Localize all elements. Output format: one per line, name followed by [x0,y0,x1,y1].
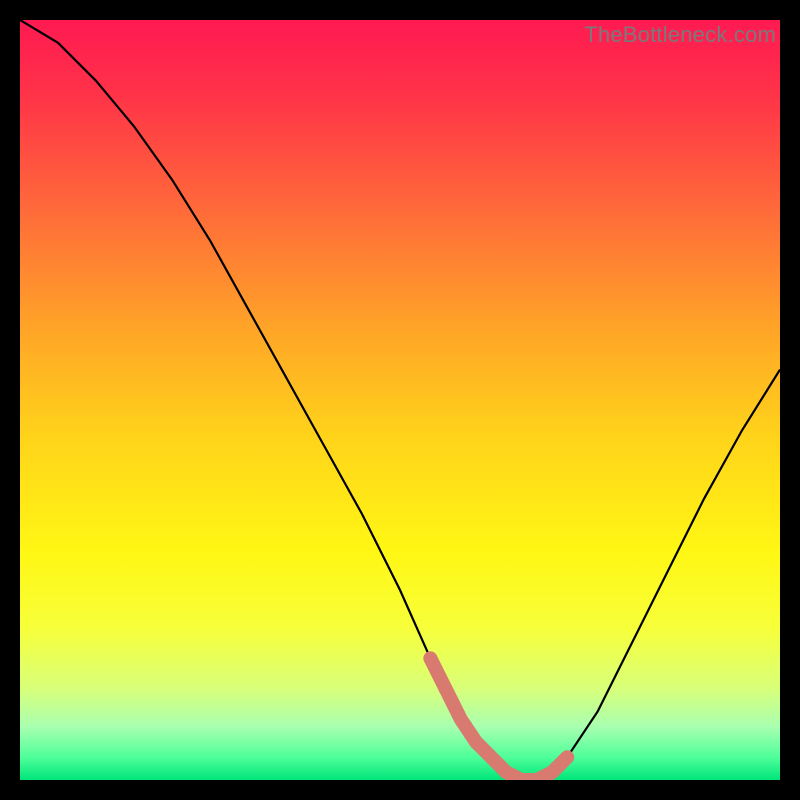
chart-frame: TheBottleneck.com [20,20,780,780]
highlight-dot [423,651,437,665]
chart-svg [20,20,780,780]
watermark-text: TheBottleneck.com [584,22,776,48]
gradient-background [20,20,780,780]
highlight-dot [439,682,453,696]
plot-area [20,20,780,780]
